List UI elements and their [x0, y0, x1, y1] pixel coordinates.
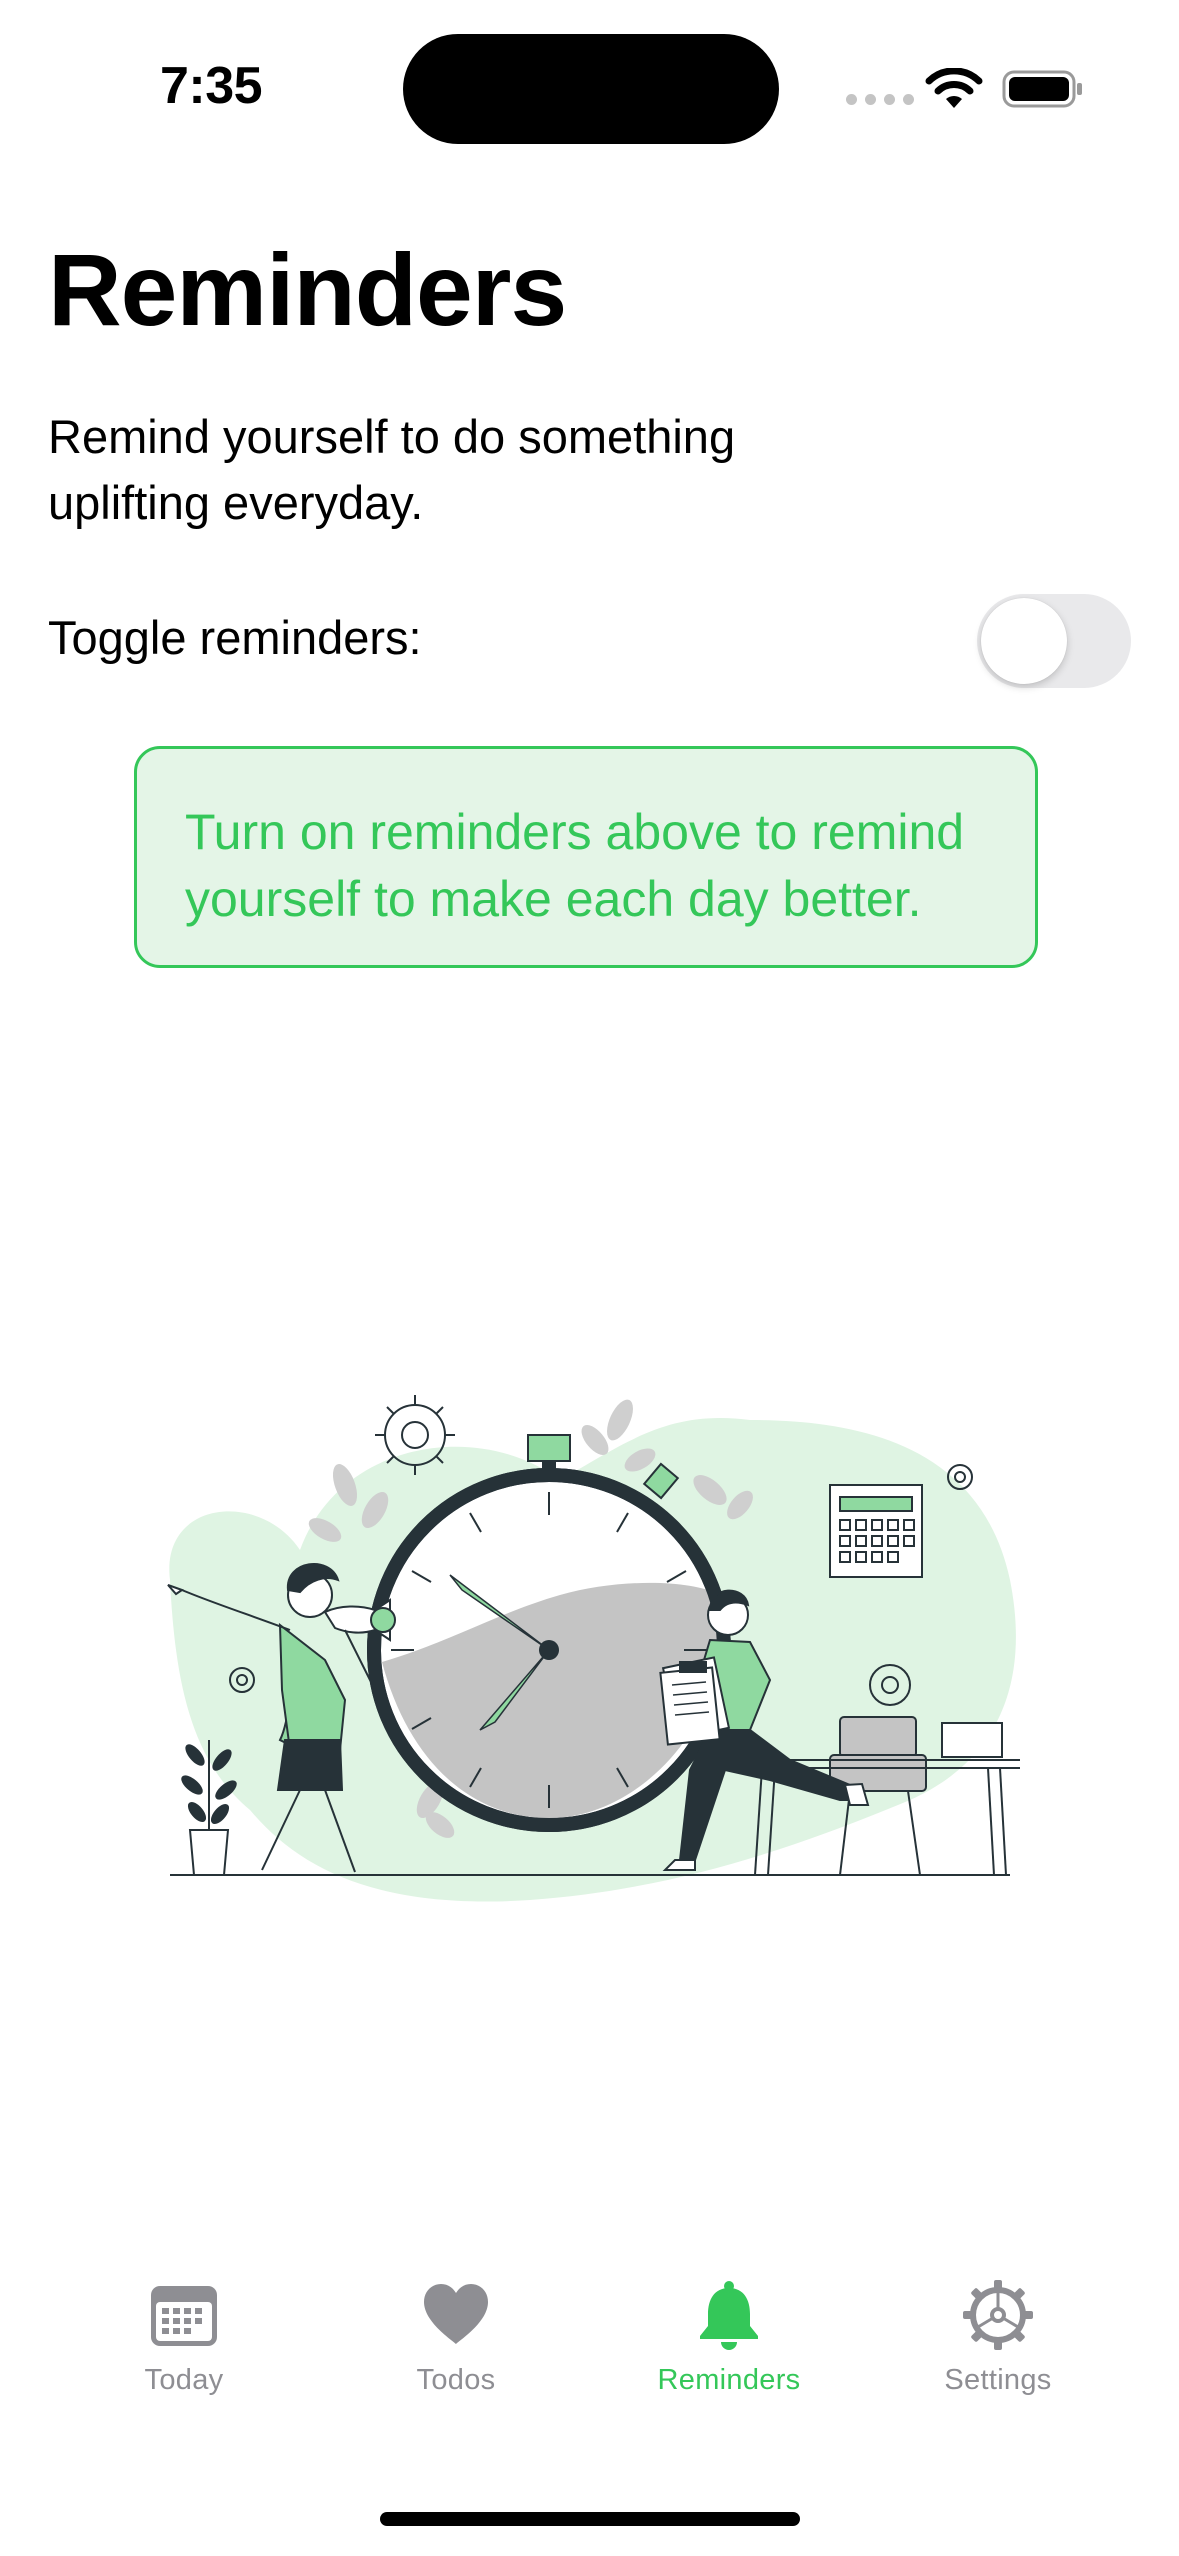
status-time: 7:35	[160, 57, 263, 115]
tab-bar: Today Todos Reminders Settings	[0, 2240, 1179, 2556]
bell-icon	[700, 2281, 758, 2350]
dynamic-island	[403, 34, 779, 144]
tab-settings[interactable]: Settings	[878, 2240, 1118, 2420]
tab-today[interactable]: Today	[64, 2240, 304, 2420]
gear-icon	[963, 2280, 1033, 2350]
wifi-icon	[925, 68, 983, 108]
page-title: Reminders	[48, 233, 567, 347]
reminder-illustration	[167, 1395, 1020, 1902]
tab-label: Todos	[416, 2364, 496, 2396]
info-message: Turn on reminders above to remind yourse…	[185, 804, 965, 927]
info-banner: Turn on reminders above to remind yourse…	[134, 746, 1038, 968]
heart-icon	[424, 2284, 488, 2344]
page-description: Remind yourself to do something upliftin…	[48, 410, 736, 529]
calendar-icon	[151, 2286, 217, 2346]
tab-todos[interactable]: Todos	[336, 2240, 576, 2420]
toggle-knob	[981, 598, 1067, 684]
reminders-toggle[interactable]	[977, 594, 1131, 688]
calendar-drawing	[829, 1484, 923, 1578]
status-bar: 7:35	[0, 0, 1179, 150]
home-indicator	[380, 2512, 800, 2526]
tab-label: Reminders	[657, 2364, 801, 2396]
toggle-reminders-label: Toggle reminders:	[48, 611, 422, 664]
cellular-signal-icon	[846, 94, 914, 105]
tab-label: Settings	[944, 2364, 1052, 2396]
battery-icon	[1002, 70, 1082, 108]
tab-label: Today	[144, 2364, 224, 2396]
tab-reminders[interactable]: Reminders	[609, 2240, 849, 2420]
